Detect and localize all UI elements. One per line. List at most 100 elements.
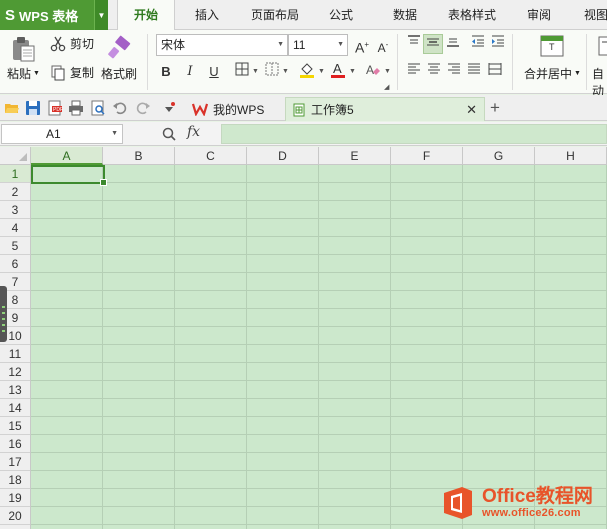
- tab-formulas[interactable]: 公式: [318, 0, 364, 30]
- row-header[interactable]: 15: [0, 417, 30, 435]
- tab-data[interactable]: 数据: [382, 0, 428, 30]
- column-header[interactable]: F: [391, 147, 463, 165]
- svg-text:T: T: [549, 42, 555, 52]
- row-header[interactable]: 19: [0, 489, 30, 507]
- copy-button[interactable]: 复制: [50, 64, 94, 81]
- column-header[interactable]: A: [31, 147, 103, 165]
- row-header[interactable]: 16: [0, 435, 30, 453]
- active-cell-selection[interactable]: [31, 165, 107, 186]
- row-header[interactable]: 11: [0, 345, 30, 363]
- row-header[interactable]: 17: [0, 453, 30, 471]
- wrap-text-icon[interactable]: [598, 36, 607, 56]
- tab-table-style[interactable]: 表格样式: [440, 0, 504, 30]
- font-size-select[interactable]: 11 ▼: [288, 34, 348, 56]
- print-icon[interactable]: [68, 100, 84, 116]
- app-menu-button[interactable]: S WPS 表格: [0, 0, 94, 30]
- format-painter-button[interactable]: 格式刷: [101, 65, 137, 82]
- tab-insert[interactable]: 插入: [184, 0, 230, 30]
- increase-indent-button[interactable]: [488, 34, 508, 54]
- column-header[interactable]: B: [103, 147, 175, 165]
- row-header[interactable]: 5: [0, 237, 30, 255]
- column-header[interactable]: C: [175, 147, 247, 165]
- paste-dropdown-icon[interactable]: ▼: [33, 70, 40, 77]
- increase-font-size-button[interactable]: A+: [352, 35, 372, 56]
- font-color-button[interactable]: A: [328, 61, 348, 81]
- decrease-font-size-button[interactable]: A-: [373, 35, 393, 55]
- undo-icon[interactable]: [112, 100, 128, 116]
- customize-toolbar-icon[interactable]: [162, 100, 178, 116]
- underline-button[interactable]: U: [204, 62, 224, 82]
- insert-function-button[interactable]: fx: [187, 124, 200, 140]
- merge-center-dropdown-icon[interactable]: ▼: [574, 70, 581, 77]
- cut-button[interactable]: 剪切: [50, 35, 94, 52]
- svg-text:A: A: [366, 63, 374, 77]
- column-header[interactable]: G: [463, 147, 535, 165]
- distributed-align-button[interactable]: [485, 62, 505, 82]
- align-bottom-button[interactable]: [443, 34, 463, 54]
- row-header[interactable]: 6: [0, 255, 30, 273]
- merge-center-icon[interactable]: T: [540, 35, 564, 57]
- app-menu-dropdown-icon[interactable]: ▼: [94, 0, 108, 30]
- align-left-button[interactable]: [404, 62, 424, 82]
- print-preview-icon[interactable]: [90, 100, 106, 116]
- italic-button[interactable]: I: [180, 62, 200, 82]
- column-header[interactable]: D: [247, 147, 319, 165]
- formula-input[interactable]: [221, 124, 607, 144]
- justify-button[interactable]: [464, 62, 484, 82]
- export-pdf-icon[interactable]: PDF: [47, 100, 63, 116]
- close-icon[interactable]: ✕: [466, 102, 477, 118]
- borders-button[interactable]: [232, 62, 252, 82]
- tab-my-wps[interactable]: 我的WPS: [186, 97, 282, 121]
- tab-view[interactable]: 视图: [573, 0, 607, 30]
- save-icon[interactable]: [25, 100, 41, 116]
- paste-button[interactable]: 粘贴 ▼: [7, 65, 40, 82]
- font-color-dropdown-icon[interactable]: ▼: [349, 68, 356, 75]
- merge-center-button[interactable]: 合并居中 ▼: [524, 65, 581, 82]
- tab-review[interactable]: 审阅: [516, 0, 562, 30]
- side-panel-handle[interactable]: [0, 286, 7, 342]
- align-middle-button[interactable]: [423, 34, 443, 54]
- zoom-search-icon[interactable]: [161, 126, 177, 142]
- tab-home[interactable]: 开始: [117, 0, 175, 31]
- clear-format-dropdown-icon[interactable]: ▼: [384, 68, 391, 75]
- tab-workbook[interactable]: 工作簿5 ✕: [285, 97, 485, 121]
- clear-format-button[interactable]: A: [363, 62, 383, 82]
- wrap-text-button[interactable]: 自动: [592, 65, 607, 99]
- row-header[interactable]: 13: [0, 381, 30, 399]
- row-header[interactable]: 4: [0, 219, 30, 237]
- row-header[interactable]: 2: [0, 183, 30, 201]
- column-header[interactable]: H: [535, 147, 607, 165]
- align-center-button[interactable]: [424, 62, 444, 82]
- fill-color-dropdown-icon[interactable]: ▼: [318, 68, 325, 75]
- new-tab-button[interactable]: +: [490, 98, 500, 118]
- align-right-button[interactable]: [444, 62, 464, 82]
- row-header[interactable]: 14: [0, 399, 30, 417]
- chevron-down-icon: ▼: [337, 41, 344, 48]
- row-header[interactable]: 12: [0, 363, 30, 381]
- open-folder-icon[interactable]: [4, 100, 20, 116]
- paste-icon[interactable]: [9, 34, 39, 64]
- column-header[interactable]: E: [319, 147, 391, 165]
- cell-style-button[interactable]: [262, 62, 282, 82]
- row-header[interactable]: 3: [0, 201, 30, 219]
- name-box[interactable]: A1 ▼: [1, 124, 123, 144]
- select-all-corner[interactable]: [0, 147, 31, 165]
- decrease-indent-button[interactable]: [468, 34, 488, 54]
- cell-grid[interactable]: [31, 165, 607, 529]
- align-top-button[interactable]: [404, 34, 424, 54]
- cell-style-dropdown-icon[interactable]: ▼: [282, 68, 289, 75]
- row-header[interactable]: 18: [0, 471, 30, 489]
- bold-button[interactable]: B: [156, 62, 176, 82]
- redo-icon[interactable]: [135, 100, 151, 116]
- row-header[interactable]: 20: [0, 507, 30, 525]
- column-headers: ABCDEFGH: [31, 147, 607, 165]
- outdent-icon: [472, 35, 484, 47]
- font-dialog-launcher-icon[interactable]: ◢: [384, 83, 389, 91]
- fill-color-button[interactable]: [297, 61, 317, 81]
- formula-bar: A1 ▼ fx: [0, 122, 607, 146]
- tab-page-layout[interactable]: 页面布局: [243, 0, 307, 30]
- row-header[interactable]: 1: [0, 165, 30, 183]
- format-painter-icon[interactable]: [106, 34, 134, 62]
- font-name-select[interactable]: 宋体 ▼: [156, 34, 288, 56]
- borders-dropdown-icon[interactable]: ▼: [252, 68, 259, 75]
